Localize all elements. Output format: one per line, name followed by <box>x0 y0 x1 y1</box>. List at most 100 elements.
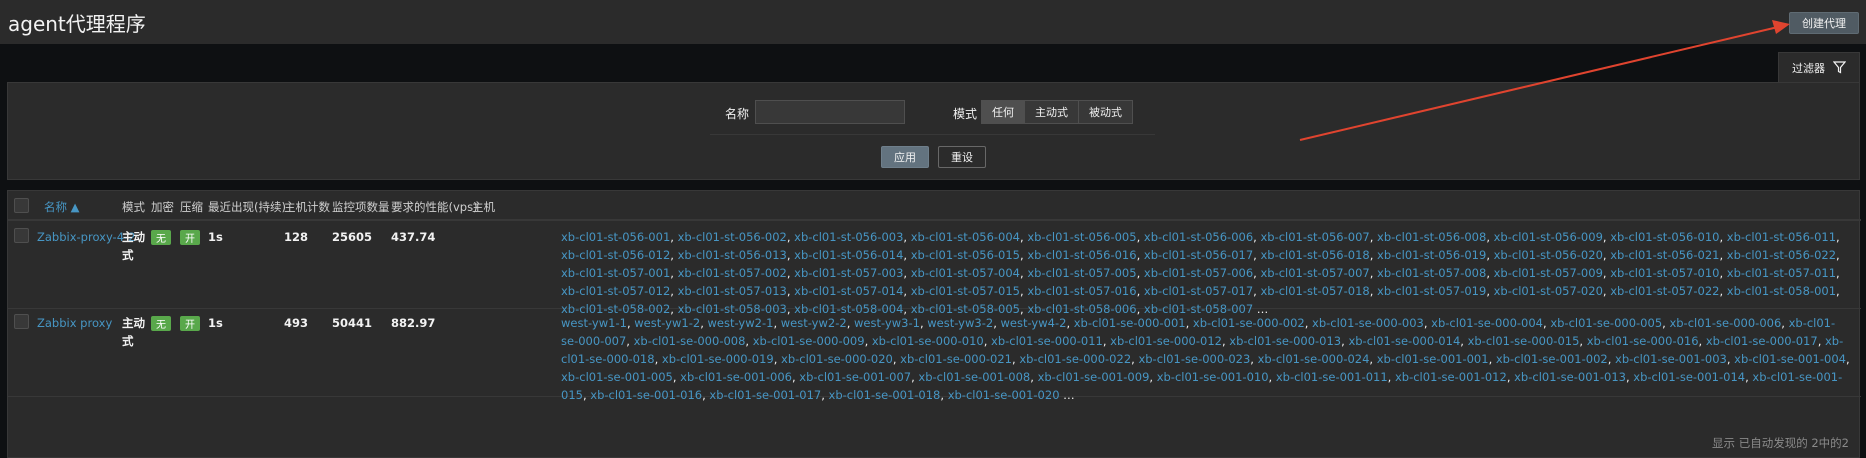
host-link[interactable]: xb-cl01-se-001-005 <box>561 370 673 384</box>
host-link[interactable]: xb-cl01-se-000-009 <box>753 334 865 348</box>
host-link[interactable]: xb-cl01-st-057-012 <box>561 284 670 298</box>
host-link[interactable]: xb-cl01-st-056-003 <box>794 230 903 244</box>
mode-option-active[interactable]: 主动式 <box>1024 100 1079 124</box>
host-link[interactable]: xb-cl01-st-056-017 <box>1144 248 1253 262</box>
host-link[interactable]: xb-cl01-se-001-009 <box>1038 370 1150 384</box>
host-link[interactable]: xb-cl01-st-057-008 <box>1377 266 1486 280</box>
host-link[interactable]: xb-cl01-st-056-012 <box>561 248 670 262</box>
host-link[interactable]: xb-cl01-st-056-008 <box>1377 230 1486 244</box>
host-link[interactable]: xb-cl01-st-057-002 <box>678 266 787 280</box>
host-link[interactable]: xb-cl01-se-001-003 <box>1615 352 1727 366</box>
host-link[interactable]: xb-cl01-se-001-017 <box>709 388 821 402</box>
host-link[interactable]: xb-cl01-st-056-014 <box>794 248 903 262</box>
host-link[interactable]: xb-cl01-se-000-001 <box>1074 316 1186 330</box>
host-link[interactable]: xb-cl01-st-057-009 <box>1494 266 1603 280</box>
host-link[interactable]: xb-cl01-se-001-016 <box>590 388 702 402</box>
host-link[interactable]: xb-cl01-st-056-002 <box>678 230 787 244</box>
host-link[interactable]: xb-cl01-st-057-010 <box>1610 266 1719 280</box>
host-link[interactable]: xb-cl01-se-000-003 <box>1312 316 1424 330</box>
host-link[interactable]: xb-cl01-st-057-001 <box>561 266 670 280</box>
host-link[interactable]: xb-cl01-st-057-017 <box>1144 284 1253 298</box>
host-link[interactable]: xb-cl01-st-056-011 <box>1727 230 1836 244</box>
host-link[interactable]: xb-cl01-st-057-005 <box>1027 266 1136 280</box>
row-checkbox[interactable] <box>14 228 29 243</box>
host-link[interactable]: xb-cl01-se-000-021 <box>900 352 1012 366</box>
host-link[interactable]: west-yw3-1 <box>854 316 920 330</box>
create-proxy-button[interactable]: 创建代理 <box>1789 12 1859 34</box>
host-link[interactable]: xb-cl01-st-056-013 <box>678 248 787 262</box>
host-link[interactable]: xb-cl01-st-056-015 <box>911 248 1020 262</box>
host-link[interactable]: xb-cl01-se-000-010 <box>872 334 984 348</box>
host-link[interactable]: west-yw1-1 <box>561 316 627 330</box>
host-link[interactable]: xb-cl01-st-057-020 <box>1494 284 1603 298</box>
host-link[interactable]: xb-cl01-se-000-019 <box>662 352 774 366</box>
host-link[interactable]: west-yw2-1 <box>708 316 774 330</box>
host-link[interactable]: xb-cl01-se-001-004 <box>1734 352 1846 366</box>
host-link[interactable]: xb-cl01-st-057-013 <box>678 284 787 298</box>
host-link[interactable]: xb-cl01-se-000-017 <box>1706 334 1818 348</box>
host-link[interactable]: xb-cl01-st-057-014 <box>794 284 903 298</box>
host-link[interactable]: xb-cl01-st-056-019 <box>1377 248 1486 262</box>
host-link[interactable]: west-yw2-2 <box>781 316 847 330</box>
host-link[interactable]: xb-cl01-se-000-004 <box>1431 316 1543 330</box>
host-link[interactable]: xb-cl01-se-001-020 <box>948 388 1060 402</box>
column-name-header[interactable]: 名称 ▲ <box>44 199 80 215</box>
host-link[interactable]: xb-cl01-st-056-020 <box>1494 248 1603 262</box>
proxy-name-link[interactable]: Zabbix proxy <box>37 316 112 330</box>
host-link[interactable]: xb-cl01-st-056-007 <box>1260 230 1369 244</box>
host-link[interactable]: xb-cl01-st-056-009 <box>1494 230 1603 244</box>
host-link[interactable]: xb-cl01-se-000-002 <box>1193 316 1305 330</box>
host-link[interactable]: xb-cl01-st-057-004 <box>911 266 1020 280</box>
host-link[interactable]: west-yw4-2 <box>1001 316 1067 330</box>
reset-button[interactable]: 重设 <box>938 146 986 168</box>
host-link[interactable]: xb-cl01-se-001-006 <box>680 370 792 384</box>
host-link[interactable]: xb-cl01-st-056-021 <box>1610 248 1719 262</box>
host-link[interactable]: xb-cl01-st-058-001 <box>1727 284 1836 298</box>
host-link[interactable]: west-yw1-2 <box>634 316 700 330</box>
proxy-name-link[interactable]: Zabbix-proxy-4-2 <box>37 230 135 244</box>
select-all-checkbox[interactable] <box>14 198 29 213</box>
host-link[interactable]: xb-cl01-se-000-024 <box>1258 352 1370 366</box>
host-link[interactable]: xb-cl01-se-000-015 <box>1468 334 1580 348</box>
host-link[interactable]: xb-cl01-se-000-020 <box>781 352 893 366</box>
host-link[interactable]: xb-cl01-st-056-018 <box>1260 248 1369 262</box>
mode-option-any[interactable]: 任何 <box>981 100 1025 124</box>
host-link[interactable]: xb-cl01-se-001-008 <box>918 370 1030 384</box>
host-link[interactable]: xb-cl01-st-057-006 <box>1144 266 1253 280</box>
host-link[interactable]: xb-cl01-st-056-006 <box>1144 230 1253 244</box>
host-link[interactable]: xb-cl01-se-001-010 <box>1157 370 1269 384</box>
host-link[interactable]: xb-cl01-st-057-011 <box>1727 266 1836 280</box>
apply-button[interactable]: 应用 <box>881 146 929 168</box>
host-link[interactable]: xb-cl01-st-056-016 <box>1027 248 1136 262</box>
host-link[interactable]: xb-cl01-se-000-005 <box>1550 316 1662 330</box>
host-link[interactable]: xb-cl01-se-001-018 <box>829 388 941 402</box>
host-link[interactable]: xb-cl01-st-057-018 <box>1260 284 1369 298</box>
host-link[interactable]: xb-cl01-st-056-010 <box>1610 230 1719 244</box>
host-link[interactable]: xb-cl01-se-000-014 <box>1348 334 1460 348</box>
host-link[interactable]: xb-cl01-st-057-007 <box>1260 266 1369 280</box>
host-link[interactable]: xb-cl01-se-000-006 <box>1669 316 1781 330</box>
filter-tab[interactable]: 过滤器 <box>1778 52 1860 82</box>
mode-option-passive[interactable]: 被动式 <box>1078 100 1133 124</box>
host-link[interactable]: xb-cl01-se-001-011 <box>1276 370 1388 384</box>
host-link[interactable]: xb-cl01-se-000-013 <box>1229 334 1341 348</box>
host-link[interactable]: xb-cl01-st-057-022 <box>1610 284 1719 298</box>
host-link[interactable]: xb-cl01-se-001-013 <box>1514 370 1626 384</box>
row-checkbox[interactable] <box>14 314 29 329</box>
host-link[interactable]: xb-cl01-se-001-007 <box>799 370 911 384</box>
host-link[interactable]: xb-cl01-se-000-011 <box>991 334 1103 348</box>
host-link[interactable]: xb-cl01-se-000-023 <box>1138 352 1250 366</box>
host-link[interactable]: xb-cl01-st-057-015 <box>911 284 1020 298</box>
host-link[interactable]: xb-cl01-se-000-022 <box>1019 352 1131 366</box>
host-link[interactable]: xb-cl01-se-001-001 <box>1377 352 1489 366</box>
host-link[interactable]: west-yw3-2 <box>927 316 993 330</box>
host-link[interactable]: xb-cl01-st-057-019 <box>1377 284 1486 298</box>
host-link[interactable]: xb-cl01-se-000-008 <box>634 334 746 348</box>
host-link[interactable]: xb-cl01-st-056-022 <box>1727 248 1836 262</box>
name-filter-input[interactable] <box>755 100 905 124</box>
host-link[interactable]: xb-cl01-st-056-005 <box>1027 230 1136 244</box>
host-link[interactable]: xb-cl01-se-001-002 <box>1496 352 1608 366</box>
host-link[interactable]: xb-cl01-st-056-001 <box>561 230 670 244</box>
host-link[interactable]: xb-cl01-st-057-003 <box>794 266 903 280</box>
host-link[interactable]: xb-cl01-se-000-012 <box>1110 334 1222 348</box>
